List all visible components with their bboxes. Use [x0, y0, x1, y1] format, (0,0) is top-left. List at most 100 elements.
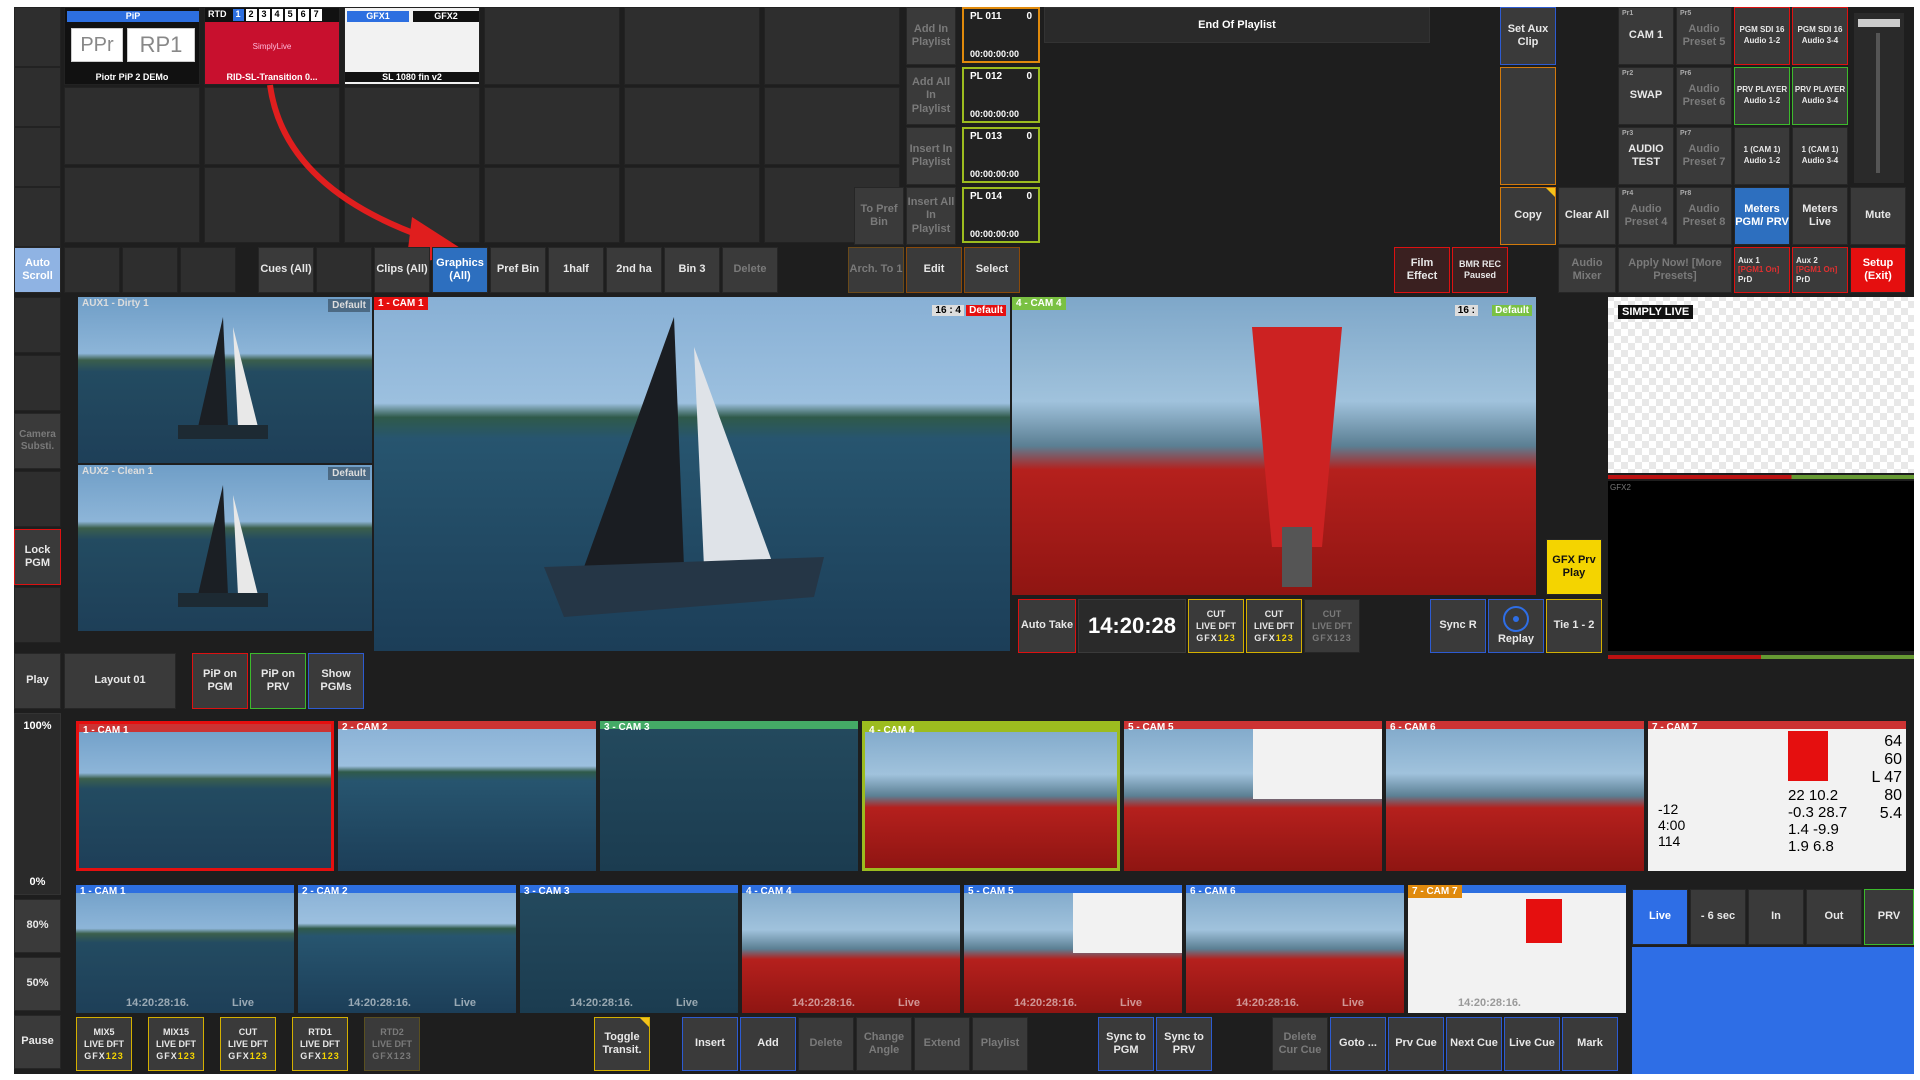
preset-button[interactable]: Pr1 CAM 1 [1618, 7, 1674, 65]
audio-pgm-34-button[interactable]: PGM SDI 16 Audio 3-4 [1792, 7, 1848, 65]
replay-tile[interactable]: 2 - CAM 2 14:20:28:16. Live [298, 885, 516, 1013]
minus-6-sec-button[interactable]: - 6 sec [1690, 889, 1746, 945]
delete-bin-button[interactable]: Delete [722, 247, 778, 293]
sync-to-pgm-button[interactable]: Sync to PGM [1098, 1017, 1154, 1071]
aux2-view[interactable]: AUX2 - Clean 1 Default [78, 465, 372, 631]
pgm-monitor[interactable]: 1 - CAM 1 16 : 4 Default [374, 297, 1010, 651]
cut-button[interactable]: CUT LIVE DFT GFX123 [220, 1017, 276, 1071]
rtd-num[interactable]: 1 [232, 9, 244, 21]
prv-monitor[interactable]: 4 - CAM 4 16 : Default [1012, 297, 1536, 595]
edit-button[interactable]: Edit [906, 247, 962, 293]
aux2-button[interactable]: Aux 2 [PGM1 On] PrD [1792, 247, 1848, 293]
cut-live-button[interactable]: CUT LIVE DFT GFX123 [1304, 599, 1360, 653]
graphics-preview[interactable]: SIMPLY LIVE [1608, 297, 1914, 473]
set-aux-clip-button[interactable]: Set Aux Clip [1500, 7, 1556, 65]
extend-button[interactable]: Extend [914, 1017, 970, 1071]
playlist-button[interactable]: Playlist [972, 1017, 1028, 1071]
meters-live-button[interactable]: Meters Live [1792, 187, 1848, 245]
prv-cue-button[interactable]: Prv Cue [1388, 1017, 1444, 1071]
playlist-item[interactable]: PL 013 0 00:00:00:00 [962, 127, 1040, 183]
rtd-num[interactable]: 2 [245, 9, 257, 21]
pause-button[interactable]: Pause [14, 1015, 61, 1069]
mark-button[interactable]: Mark [1562, 1017, 1618, 1071]
first-half-button[interactable]: 1half [548, 247, 604, 293]
aux-clip-slot[interactable] [1500, 67, 1556, 185]
bin-gfx[interactable]: GFX1 GFX2 SL 1080 fin v2 [344, 7, 480, 85]
meters-pgm-prv-button[interactable]: Meters PGM/ PRV [1734, 187, 1790, 245]
cam-tile[interactable]: 6 - CAM 6 [1386, 721, 1644, 871]
insert-all-in-playlist-button[interactable]: Insert All In Playlist [906, 187, 956, 245]
preset-button[interactable]: Pr5 Audio Preset 5 [1676, 7, 1732, 65]
rtd-num[interactable]: 6 [297, 9, 309, 21]
replay-tile[interactable]: 3 - CAM 3 14:20:28:16. Live [520, 885, 738, 1013]
audio-prv-34-button[interactable]: PRV PLAYER Audio 3-4 [1792, 67, 1848, 125]
preset-button[interactable]: Pr3 AUDIO TEST [1618, 127, 1674, 185]
mix15-button[interactable]: MIX15 LIVE DFT GFX123 [148, 1017, 204, 1071]
mute-button[interactable]: Mute [1850, 187, 1906, 245]
gfx-prv-play-button[interactable]: GFX Prv Play [1546, 539, 1602, 595]
live-button[interactable]: Live [1632, 889, 1688, 945]
in-button[interactable]: In [1748, 889, 1804, 945]
camera-substi-button[interactable]: Camera Substi. [14, 413, 61, 469]
cam-tile[interactable]: 4 - CAM 4 [862, 721, 1120, 871]
bin-rtd[interactable]: RTD 1 2 3 4 5 6 7 SimplyLive RID-SL-Tran… [204, 7, 340, 85]
pref-bin-button[interactable]: Pref Bin [490, 247, 546, 293]
lock-pgm-button[interactable]: Lock PGM [14, 529, 61, 585]
goto-button[interactable]: Goto ... [1330, 1017, 1386, 1071]
copy-button[interactable]: Copy [1500, 187, 1556, 245]
toggle-transit-button[interactable]: Toggle Transit. [594, 1017, 650, 1071]
zoom-slider[interactable]: 100% 0% [14, 713, 61, 895]
mix5-button[interactable]: MIX5 LIVE DFT GFX123 [76, 1017, 132, 1071]
cut-live-button[interactable]: CUT LIVE DFT GFX123 [1246, 599, 1302, 653]
aux1-view[interactable]: AUX1 - Dirty 1 Default [78, 297, 372, 463]
rtd2-button[interactable]: RTD2 LIVE DFT GFX123 [364, 1017, 420, 1071]
fader-handle[interactable] [1858, 19, 1900, 27]
pip-on-prv-button[interactable]: PiP on PRV [250, 653, 306, 709]
add-button[interactable]: Add [740, 1017, 796, 1071]
zoom-50-button[interactable]: 50% [14, 957, 61, 1011]
jog-area[interactable] [1632, 947, 1914, 1074]
bin3-button[interactable]: Bin 3 [664, 247, 720, 293]
cam-tile[interactable]: 5 - CAM 5 [1124, 721, 1382, 871]
zoom-80-button[interactable]: 80% [14, 899, 61, 953]
audio-pgm-12-button[interactable]: PGM SDI 16 Audio 1-2 [1734, 7, 1790, 65]
setup-exit-button[interactable]: Setup (Exit) [1850, 247, 1906, 293]
playlist-item[interactable]: PL 012 0 00:00:00:00 [962, 67, 1040, 123]
prv-button[interactable]: PRV [1864, 889, 1914, 945]
to-pref-bin-button[interactable]: To Pref Bin [854, 187, 904, 245]
audio-cam1-12-button[interactable]: 1 (CAM 1) Audio 1-2 [1734, 127, 1790, 185]
bin-pip[interactable]: PiP PPr RP1 Piotr PiP 2 DEMo [64, 7, 200, 85]
bmr-rec-button[interactable]: BMR REC Paused [1452, 247, 1508, 293]
show-pgms-button[interactable]: Show PGMs [308, 653, 364, 709]
cam-tile[interactable]: 1 - CAM 1 [76, 721, 334, 871]
cam-tile[interactable]: 2 - CAM 2 [338, 721, 596, 871]
preset-button[interactable]: Pr2 SWAP [1618, 67, 1674, 125]
cam-tile[interactable]: 3 - CAM 3 [600, 721, 858, 871]
insert-in-playlist-button[interactable]: Insert In Playlist [906, 127, 956, 185]
replay-tile[interactable]: 4 - CAM 4 14:20:28:16. Live [742, 885, 960, 1013]
graphics-all-button[interactable]: Graphics (All) [432, 247, 488, 293]
replay-button[interactable]: Replay [1488, 599, 1544, 653]
delete-cur-cue-button[interactable]: Delete Cur Cue [1272, 1017, 1328, 1071]
clear-all-button[interactable]: Clear All [1558, 187, 1616, 245]
replay-tile[interactable]: 7 - CAM 7 14:20:28:16. [1408, 885, 1626, 1013]
add-in-playlist-button[interactable]: Add In Playlist [906, 7, 956, 65]
live-cue-button[interactable]: Live Cue [1504, 1017, 1560, 1071]
cam-tile[interactable]: 7 - CAM 7 64 60 L 47 80 5.4 22 10.2 -0.3… [1648, 721, 1906, 871]
delete-button[interactable]: Delete [798, 1017, 854, 1071]
playlist-item[interactable]: PL 011 0 00:00:00:00 [962, 7, 1040, 63]
rtd-num[interactable]: 3 [258, 9, 270, 21]
preset-button[interactable]: Pr4 Audio Preset 4 [1618, 187, 1674, 245]
rtd1-button[interactable]: RTD1 LIVE DFT GFX123 [292, 1017, 348, 1071]
audio-fader[interactable] [1854, 13, 1904, 183]
aux1-button[interactable]: Aux 1 [PGM1 On] PrD [1734, 247, 1790, 293]
rtd-num[interactable]: 4 [271, 9, 283, 21]
insert-button[interactable]: Insert [682, 1017, 738, 1071]
add-all-in-playlist-button[interactable]: Add All In Playlist [906, 67, 956, 125]
audio-cam1-34-button[interactable]: 1 (CAM 1) Audio 3-4 [1792, 127, 1848, 185]
replay-tile[interactable]: 1 - CAM 1 14:20:28:16. Live [76, 885, 294, 1013]
tie-button[interactable]: Tie 1 - 2 [1546, 599, 1602, 653]
select-button[interactable]: Select [964, 247, 1020, 293]
change-angle-button[interactable]: Change Angle [856, 1017, 912, 1071]
replay-tile[interactable]: 5 - CAM 5 14:20:28:16. Live [964, 885, 1182, 1013]
